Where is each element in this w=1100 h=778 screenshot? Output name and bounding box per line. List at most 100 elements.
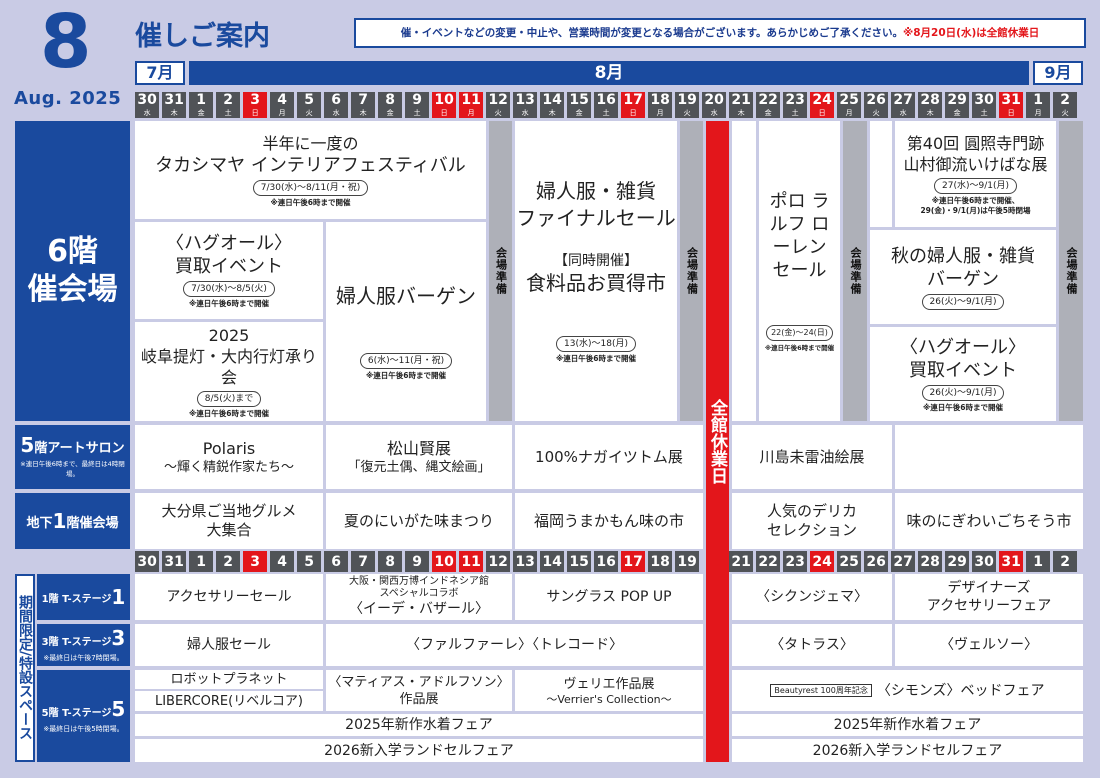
event-fukuoka: 福岡うまかもん味の市 [515, 493, 703, 549]
closed-day-bar: 全館休業日 [706, 121, 729, 762]
day-cell: 26 火 [864, 92, 889, 118]
final-date: 13(水)～18(月) [556, 336, 636, 352]
month-label-july: 7月 [135, 61, 185, 85]
day-weekday: 金 [764, 109, 772, 117]
day-cell-middle: 4 [270, 551, 295, 572]
day-cell: 31 日 [999, 92, 1024, 118]
gifu-line2: 岐阜提灯・大内行灯承り会 [140, 346, 317, 387]
day-cell-middle: 3 [243, 551, 268, 572]
day-number: 5 [304, 92, 314, 108]
event-kawashima: 川島未雷油絵展 [732, 425, 892, 489]
ike-note2: 29(金)・9/1(月)は午後5時閉場 [920, 205, 1031, 215]
day-weekday: 金 [197, 109, 205, 117]
tatras-title: 〈タトラス〉 [770, 637, 854, 653]
stage-5-number: 5 [111, 696, 126, 721]
day-weekday: 金 [386, 109, 394, 117]
sun-title: サングラス POP UP [546, 589, 672, 605]
final-line2: ファイナルセール [516, 206, 676, 230]
day-cell: 20 水 [702, 92, 727, 118]
polaris-line2: ～輝く精鋭作家たち～ [163, 460, 294, 475]
day-cell: 6水 [324, 92, 349, 118]
day-weekday: 水 [899, 109, 907, 117]
day-number: 23 [785, 92, 805, 108]
floor-b1-label: 地下 1 階催会場 [15, 493, 130, 549]
day-number: 11 [461, 92, 481, 108]
day-cell-middle: 11 [459, 551, 484, 572]
event-gifu-lantern: 2025 岐阜提灯・大内行灯承り会 8/5(火)まで ※連日午後6時まで開催 [135, 322, 323, 421]
stage-1-number: 1 [111, 585, 126, 609]
day-cell-middle: 13 [513, 551, 538, 572]
des-line1: デザイナーズ [947, 580, 1031, 596]
day-cell-middle: 2 [216, 551, 241, 572]
day-cell-middle: 14 [540, 551, 565, 572]
day-weekday: 木 [548, 109, 556, 117]
day-cell: 13 水 [513, 92, 538, 118]
day-cell: 14 木 [540, 92, 565, 118]
stage-1-name: 1階 T-ステージ [41, 593, 112, 605]
floor-6-label: 6階 催会場 [15, 121, 130, 421]
day-cell: 23 土 [783, 92, 808, 118]
day-cell: 18 月 [648, 92, 673, 118]
day-weekday: 土 [413, 109, 421, 117]
day-cell: 8金 [378, 92, 403, 118]
day-weekday: 木 [926, 109, 934, 117]
hug1-date: 7/30(水)～8/5(火) [183, 281, 275, 297]
event-swimwear-2: 2025年新作水着フェア [732, 714, 1083, 736]
farfa-title: 〈ファルファーレ〉〈トレコード〉 [406, 637, 623, 653]
hug2-date: 26(火)～9/1(月) [921, 384, 1005, 401]
day-weekday: 火 [683, 109, 691, 117]
ike-note1: ※連日午後6時まで開催、 [931, 195, 1020, 205]
month-label-august: 8月 [189, 61, 1029, 85]
event-accessory-sale: アクセサリーセール [135, 574, 323, 620]
stage-3-number: 3 [111, 625, 126, 650]
day-cell-middle: 31 [999, 551, 1024, 572]
day-cell: 15 金 [567, 92, 592, 118]
interior-line2: タカシマヤ インテリアフェスティバル [155, 154, 466, 176]
floor-5-name: 階アートサロン [34, 441, 125, 456]
day-cell-middle: 1 [189, 551, 214, 572]
event-simmons: Beautyrest 100周年記念 〈シモンズ〉ベッドフェア [732, 670, 1083, 711]
day-cell-middle: 22 [756, 551, 781, 572]
day-cell-middle: 29 [945, 551, 970, 572]
event-nigiwai: 味のにぎわいごちそう市 [895, 493, 1083, 549]
nagai-title: 100%ナガイツトム展 [535, 447, 683, 466]
limited-space-label: 期間限定/特設スペース [15, 574, 35, 762]
day-number: 18 [650, 92, 670, 108]
notice-banner: 催・イベントなどの変更・中止や、営業時間が変更となる場合がございます。あらかじめ… [354, 18, 1086, 48]
prep-2: 会場準備 [680, 121, 703, 421]
interior-line1: 半年に一度の [262, 133, 359, 153]
interior-note: ※連日午後6時まで開催 [270, 197, 351, 207]
day-cell-middle: 24 [810, 551, 835, 572]
day-cell-middle: 27 [891, 551, 916, 572]
event-calendar-page: 8 Aug. 2025 催しご案内 催・イベントなどの変更・中止や、営業時間が変… [0, 0, 1100, 778]
hug1-line1: 〈ハグオール〉 [166, 233, 292, 254]
hug2-line1: 〈ハグオール〉 [900, 336, 1026, 358]
day-weekday: 木 [359, 109, 367, 117]
day-number: 16 [596, 92, 616, 108]
day-cell-middle: 28 [918, 551, 943, 572]
shiku-title: 〈シクンジェマ〉 [756, 589, 868, 605]
day-weekday: 水 [143, 109, 151, 117]
floor-b1-name: 階催会場 [66, 515, 119, 531]
blank-cell-f5 [895, 425, 1083, 489]
stage-5-name: 5階 T-ステージ [41, 707, 112, 719]
day-weekday: 日 [629, 109, 637, 117]
day-cell: 5火 [297, 92, 322, 118]
final-line3: 【同時開催】 [554, 253, 638, 269]
day-cell-middle: 1 [1026, 551, 1051, 572]
closed-day-text: 全館休業日 [707, 399, 727, 484]
event-autumn-bargain: 秋の婦人服・雑貨 バーゲン 26(火)～9/1(月) [870, 230, 1056, 324]
floor-b1-prefix: 地下 [26, 515, 53, 531]
day-cell: 28 木 [918, 92, 943, 118]
stage-3-label: 3階 T-ステージ3 ※最終日は午後7時閉場。 [37, 624, 130, 666]
day-weekday: 土 [224, 109, 232, 117]
day-number: 15 [569, 92, 589, 108]
acc-title: アクセサリーセール [166, 589, 292, 605]
day-cell-middle: 6 [324, 551, 349, 572]
stage-5-label: 5階 T-ステージ5 ※最終日は午後5時閉場。 [37, 670, 130, 762]
mati-line1: 〈マティアス・アドルフソン〉 [328, 674, 510, 690]
floor-b1-number: 1 [52, 509, 67, 533]
event-womens-bargain: 婦人服バーゲン 6(水)～11(月・祝) ※連日午後6時まで開催 [326, 222, 486, 421]
rand-title-1: 2026新入学ランドセルフェア [324, 742, 514, 759]
prep-4: 会場準備 [1059, 121, 1083, 421]
